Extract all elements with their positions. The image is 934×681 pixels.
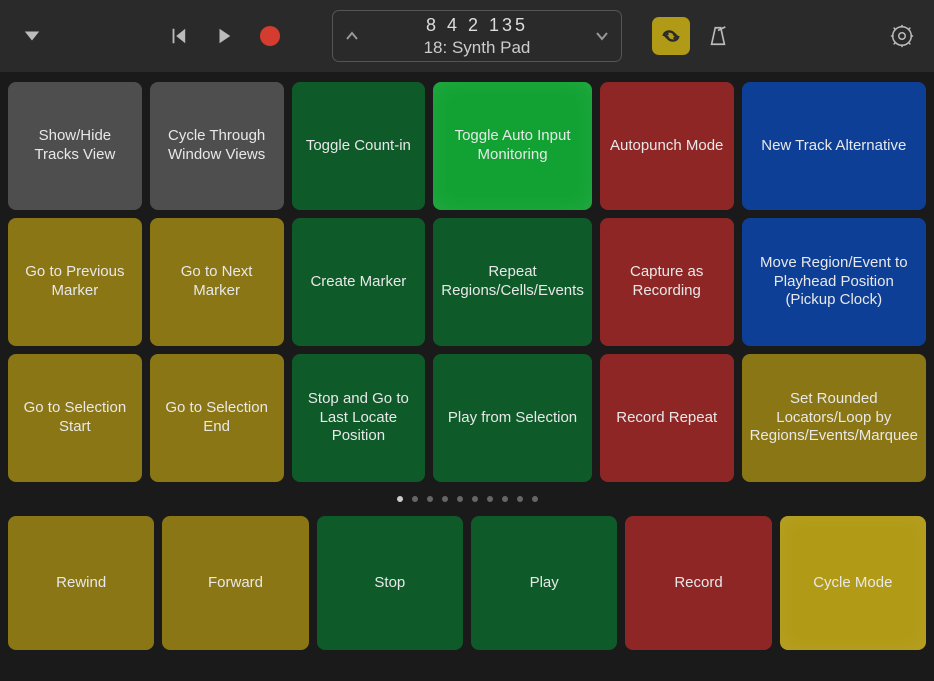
- settings-gear-icon[interactable]: [884, 18, 920, 54]
- key-command-pad[interactable]: Go to Selection Start: [8, 354, 142, 482]
- page-dot[interactable]: [397, 496, 403, 502]
- record-icon[interactable]: [252, 18, 288, 54]
- page-dot[interactable]: [517, 496, 523, 502]
- key-command-pad[interactable]: Capture as Recording: [600, 218, 734, 346]
- key-command-pad[interactable]: Move Region/Event to Playhead Position (…: [742, 218, 926, 346]
- key-command-pad[interactable]: Toggle Auto Input Monitoring: [433, 82, 592, 210]
- key-command-pad[interactable]: Show/Hide Tracks View: [8, 82, 142, 210]
- key-command-pad[interactable]: Go to Selection End: [150, 354, 284, 482]
- page-dot[interactable]: [532, 496, 538, 502]
- display-prev-icon[interactable]: [341, 11, 363, 61]
- page-dot[interactable]: [502, 496, 508, 502]
- key-command-pad[interactable]: Stop and Go to Last Locate Position: [292, 354, 426, 482]
- page-dot[interactable]: [427, 496, 433, 502]
- transport-pad-forward[interactable]: Forward: [162, 516, 308, 650]
- page-dot[interactable]: [412, 496, 418, 502]
- display-patch-name: 18: Synth Pad: [367, 37, 587, 58]
- key-command-pad[interactable]: Repeat Regions/Cells/Events: [433, 218, 592, 346]
- transport-pad-play[interactable]: Play: [471, 516, 617, 650]
- key-command-pad[interactable]: Play from Selection: [433, 354, 592, 482]
- transport-pad-cycle-mode[interactable]: Cycle Mode: [780, 516, 926, 650]
- transport-pad-stop[interactable]: Stop: [317, 516, 463, 650]
- key-command-pad[interactable]: Go to Previous Marker: [8, 218, 142, 346]
- key-command-grid: Show/Hide Tracks ViewCycle Through Windo…: [8, 82, 926, 482]
- key-command-pad[interactable]: Record Repeat: [600, 354, 734, 482]
- key-command-pad[interactable]: Create Marker: [292, 218, 426, 346]
- page-dot[interactable]: [457, 496, 463, 502]
- page-dot[interactable]: [472, 496, 478, 502]
- display-next-icon[interactable]: [591, 11, 613, 61]
- key-command-pad[interactable]: Autopunch Mode: [600, 82, 734, 210]
- display-position: 8 4 2 135: [367, 14, 587, 37]
- key-command-pad[interactable]: Cycle Through Window Views: [150, 82, 284, 210]
- toolbar: 8 4 2 135 18: Synth Pad: [0, 0, 934, 72]
- transport-grid: RewindForwardStopPlayRecordCycle Mode: [0, 516, 934, 658]
- menu-disclosure-icon[interactable]: [14, 18, 50, 54]
- page-indicator[interactable]: [0, 482, 934, 516]
- lcd-display: 8 4 2 135 18: Synth Pad: [332, 10, 622, 62]
- metronome-icon[interactable]: [700, 18, 736, 54]
- page-dot[interactable]: [442, 496, 448, 502]
- play-icon[interactable]: [206, 18, 242, 54]
- key-command-pad[interactable]: Set Rounded Locators/Loop by Regions/Eve…: [742, 354, 926, 482]
- transport-pad-record[interactable]: Record: [625, 516, 771, 650]
- page-dot[interactable]: [487, 496, 493, 502]
- skip-back-icon[interactable]: [160, 18, 196, 54]
- key-command-pad[interactable]: Toggle Count-in: [292, 82, 426, 210]
- transport-pad-rewind[interactable]: Rewind: [8, 516, 154, 650]
- cycle-toggle-button[interactable]: [652, 17, 690, 55]
- key-command-pad[interactable]: New Track Alternative: [742, 82, 926, 210]
- key-command-pad[interactable]: Go to Next Marker: [150, 218, 284, 346]
